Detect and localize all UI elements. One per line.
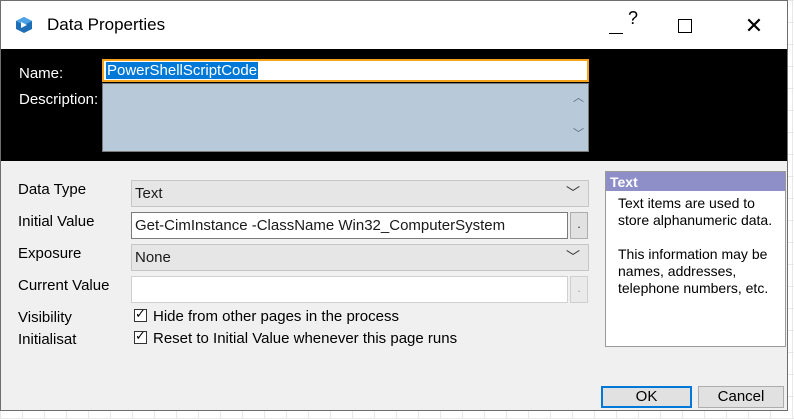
chevron-down-icon: ﹀ xyxy=(566,249,580,265)
initial-value-label: Initial Value xyxy=(18,213,95,230)
scroll-down-icon[interactable]: ﹀ xyxy=(573,125,584,141)
help-icon[interactable]: ? xyxy=(628,8,638,29)
minimize-icon xyxy=(609,33,623,34)
checkbox-checked-icon[interactable]: ✓ xyxy=(134,328,147,344)
initialisation-label: Initialisat xyxy=(18,331,77,348)
help-panel-title: Text xyxy=(606,172,785,191)
exposure-select[interactable]: None ﹀ xyxy=(131,244,589,271)
exposure-value: None xyxy=(135,249,171,266)
help-panel-body: Text items are used to store alphanumeri… xyxy=(606,191,785,297)
initial-value-ellipsis-button[interactable]: . xyxy=(570,212,588,239)
name-description-header: Name: PowerShellScriptCode Description: … xyxy=(1,49,787,161)
blueprism-app-icon xyxy=(16,17,32,33)
initial-value-input[interactable]: Get-CimInstance -ClassName Win32_Compute… xyxy=(131,212,568,239)
maximize-icon xyxy=(678,19,692,33)
description-scrollbar[interactable]: ︿ ﹀ xyxy=(570,84,588,151)
data-properties-dialog: Data Properties ? ✕ Name: PowerShellScri… xyxy=(0,0,788,411)
data-type-value: Text xyxy=(135,185,163,202)
window-title: Data Properties xyxy=(47,15,166,34)
help-paragraph: This information may be names, addresses… xyxy=(618,246,769,296)
reset-to-initial-value-checkbox[interactable]: ✓ Reset to Initial Value whenever this pa… xyxy=(134,328,458,347)
data-type-select[interactable]: Text ﹀ xyxy=(131,180,589,207)
current-value-ellipsis-button: . xyxy=(570,276,588,303)
initial-value-text: Get-CimInstance -ClassName Win32_Compute… xyxy=(135,217,506,234)
maximize-button[interactable] xyxy=(661,1,707,49)
description-label: Description: xyxy=(19,91,99,108)
visibility-label: Visibility xyxy=(18,309,72,326)
description-textarea[interactable]: ︿ ﹀ xyxy=(102,83,589,152)
minimize-button[interactable] xyxy=(601,1,647,49)
scroll-up-icon[interactable]: ︿ xyxy=(573,89,584,105)
cancel-button[interactable]: Cancel xyxy=(698,386,784,408)
title-bar: Data Properties ? ✕ xyxy=(1,1,787,49)
chevron-down-icon: ﹀ xyxy=(566,185,580,201)
name-label: Name: xyxy=(19,65,64,82)
data-type-help-panel: Text Text items are used to store alphan… xyxy=(605,171,786,347)
help-paragraph: Text items are used to store alphanumeri… xyxy=(618,195,773,228)
name-input[interactable]: PowerShellScriptCode xyxy=(102,59,589,82)
checkbox-checked-icon[interactable]: ✓ xyxy=(134,306,147,322)
ok-button[interactable]: OK xyxy=(601,386,692,408)
close-icon: ✕ xyxy=(744,13,764,38)
data-type-label: Data Type xyxy=(18,181,87,198)
close-button[interactable]: ✕ xyxy=(731,1,777,49)
current-value-input xyxy=(131,276,568,303)
exposure-label: Exposure xyxy=(18,245,82,262)
reset-checkbox-label: Reset to Initial Value whenever this pag… xyxy=(153,330,458,347)
hide-from-other-pages-checkbox[interactable]: ✓ Hide from other pages in the process xyxy=(134,306,399,325)
current-value-label: Current Value xyxy=(18,277,110,294)
hide-checkbox-label: Hide from other pages in the process xyxy=(153,308,399,325)
name-input-value: PowerShellScriptCode xyxy=(106,62,259,79)
